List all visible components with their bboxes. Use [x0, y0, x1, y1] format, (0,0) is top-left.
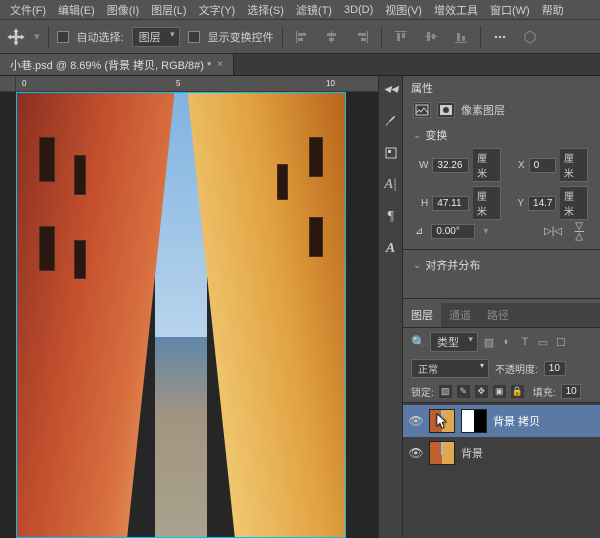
opacity-input[interactable]: 10	[544, 361, 566, 376]
align-section-title[interactable]: 对齐并分布	[403, 254, 600, 276]
close-icon[interactable]: ×	[217, 59, 223, 70]
tab-layers[interactable]: 图层	[403, 303, 441, 327]
menu-edit[interactable]: 编辑(E)	[52, 0, 101, 20]
y-input[interactable]: 14.7	[528, 196, 556, 211]
layer-filter-row: 🔍 类型 ▧ ◐ T ▭ ☐	[403, 328, 600, 356]
align-middle-v-icon[interactable]	[420, 26, 442, 48]
menu-help[interactable]: 帮助	[536, 0, 570, 20]
layer-name[interactable]: 背景	[461, 445, 483, 461]
transform-controls-label: 显示变换控件	[208, 29, 274, 45]
tab-channels[interactable]: 通道	[441, 303, 479, 327]
mask-icon	[437, 102, 455, 118]
auto-select-checkbox[interactable]	[57, 31, 69, 43]
menu-file[interactable]: 文件(F)	[4, 0, 52, 20]
paragraph-panel-icon[interactable]: ¶	[382, 208, 400, 226]
x-label: X	[511, 160, 524, 171]
menubar: 文件(F) 编辑(E) 图像(I) 图层(L) 文字(Y) 选择(S) 滤镜(T…	[0, 0, 600, 20]
transform-controls-checkbox[interactable]	[188, 31, 200, 43]
align-right-icon[interactable]	[351, 26, 373, 48]
tab-paths[interactable]: 路径	[479, 303, 517, 327]
layer-item[interactable]: 👁 背景	[403, 437, 600, 469]
document-tab[interactable]: 小巷.psd @ 8.69% (背景 拷贝, RGB/8#) * ×	[0, 54, 234, 75]
filter-adjust-icon[interactable]: ◐	[500, 335, 514, 349]
height-input[interactable]: 47.11	[432, 196, 469, 211]
document-image	[16, 92, 346, 538]
lock-artboard-icon[interactable]: ▣	[493, 385, 506, 398]
glyphs-panel-icon[interactable]: A	[382, 240, 400, 258]
align-left-icon[interactable]	[291, 26, 313, 48]
search-icon[interactable]: 🔍	[411, 335, 426, 349]
opacity-label: 不透明度:	[495, 361, 538, 376]
layer-thumbnail[interactable]	[429, 441, 455, 465]
menu-view[interactable]: 视图(V)	[379, 0, 428, 20]
align-center-h-icon[interactable]	[321, 26, 343, 48]
3d-mode-icon[interactable]	[519, 26, 541, 48]
lock-transparency-icon[interactable]: ▧	[439, 385, 452, 398]
right-panels: 属性 像素图层 变换 W 32.26厘米 X 0厘米 H 47.11厘米 Y 1…	[402, 76, 600, 538]
visibility-toggle-icon[interactable]: 👁	[409, 414, 423, 428]
properties-panel-header[interactable]: 属性	[403, 76, 600, 100]
width-input[interactable]: 32.26	[432, 158, 469, 173]
lock-position-icon[interactable]: ✥	[475, 385, 488, 398]
collapsed-panels: ◂◂ A| ¶ A	[378, 76, 402, 538]
lock-label: 锁定:	[411, 384, 434, 399]
document-tabbar: 小巷.psd @ 8.69% (背景 拷贝, RGB/8#) * ×	[0, 54, 600, 76]
auto-select-target-dropdown[interactable]: 图层	[132, 27, 180, 47]
more-options-icon[interactable]	[489, 26, 511, 48]
x-input[interactable]: 0	[529, 158, 556, 173]
menu-3d[interactable]: 3D(D)	[338, 2, 379, 18]
layer-name[interactable]: 背景 拷贝	[493, 413, 540, 429]
menu-layer[interactable]: 图层(L)	[145, 0, 192, 20]
layers-panel-tabs: 图层 通道 路径	[403, 303, 600, 328]
fill-label: 填充:	[533, 384, 556, 399]
canvas-area: 0 5 10 15 0 5 10	[0, 76, 378, 538]
tab-title: 小巷.psd @ 8.69% (背景 拷贝, RGB/8#) *	[10, 57, 211, 73]
layer-mask-thumbnail[interactable]	[461, 409, 487, 433]
pixel-layer-icon	[413, 102, 431, 118]
angle-input[interactable]: 0.00°	[431, 224, 475, 239]
canvas[interactable]	[16, 92, 378, 538]
layer-item[interactable]: 👁 背景 拷贝	[403, 405, 600, 437]
height-label: H	[415, 198, 428, 209]
y-label: Y	[511, 198, 524, 209]
filter-type-dropdown[interactable]: 类型	[430, 332, 478, 352]
options-bar: ▾ 自动选择: 图层 显示变换控件	[0, 20, 600, 54]
auto-select-label: 自动选择:	[77, 29, 124, 45]
align-top-icon[interactable]	[390, 26, 412, 48]
flip-horizontal-icon[interactable]: ▷|◁	[544, 226, 562, 237]
filter-pixel-icon[interactable]: ▧	[482, 335, 496, 349]
layers-list: 👁 背景 拷贝 👁 背景	[403, 402, 600, 538]
fill-input[interactable]: 10	[561, 384, 581, 399]
filter-shape-icon[interactable]: ▭	[536, 335, 550, 349]
lock-all-icon[interactable]: 🔒	[511, 385, 524, 398]
visibility-toggle-icon[interactable]: 👁	[409, 446, 423, 460]
menu-select[interactable]: 选择(S)	[241, 0, 290, 20]
layer-thumbnail[interactable]	[429, 409, 455, 433]
blend-mode-dropdown[interactable]: 正常	[411, 359, 489, 378]
angle-icon: ⊿	[415, 226, 423, 237]
brush-panel-icon[interactable]	[382, 112, 400, 130]
transform-section-title[interactable]: 变换	[403, 124, 600, 146]
lock-paint-icon[interactable]: ✎	[457, 385, 470, 398]
menu-filter[interactable]: 滤镜(T)	[290, 0, 338, 20]
align-bottom-icon[interactable]	[450, 26, 472, 48]
menu-window[interactable]: 窗口(W)	[484, 0, 536, 20]
history-panel-icon[interactable]	[382, 144, 400, 162]
ruler-horizontal[interactable]: 0 5 10	[16, 76, 378, 92]
flip-vertical-icon[interactable]: ▷|◁	[574, 223, 585, 241]
width-label: W	[415, 160, 428, 171]
filter-type-icon[interactable]: T	[518, 335, 532, 349]
filter-smart-icon[interactable]: ☐	[554, 335, 568, 349]
move-tool-icon[interactable]	[6, 27, 26, 47]
ruler-origin[interactable]	[0, 76, 16, 92]
layer-type-label: 像素图层	[461, 102, 505, 118]
menu-plugins[interactable]: 增效工具	[428, 0, 484, 20]
panel-expand-icon[interactable]: ◂◂	[382, 80, 400, 98]
character-panel-icon[interactable]: A|	[382, 176, 400, 194]
menu-image[interactable]: 图像(I)	[101, 0, 145, 20]
menu-type[interactable]: 文字(Y)	[193, 0, 242, 20]
